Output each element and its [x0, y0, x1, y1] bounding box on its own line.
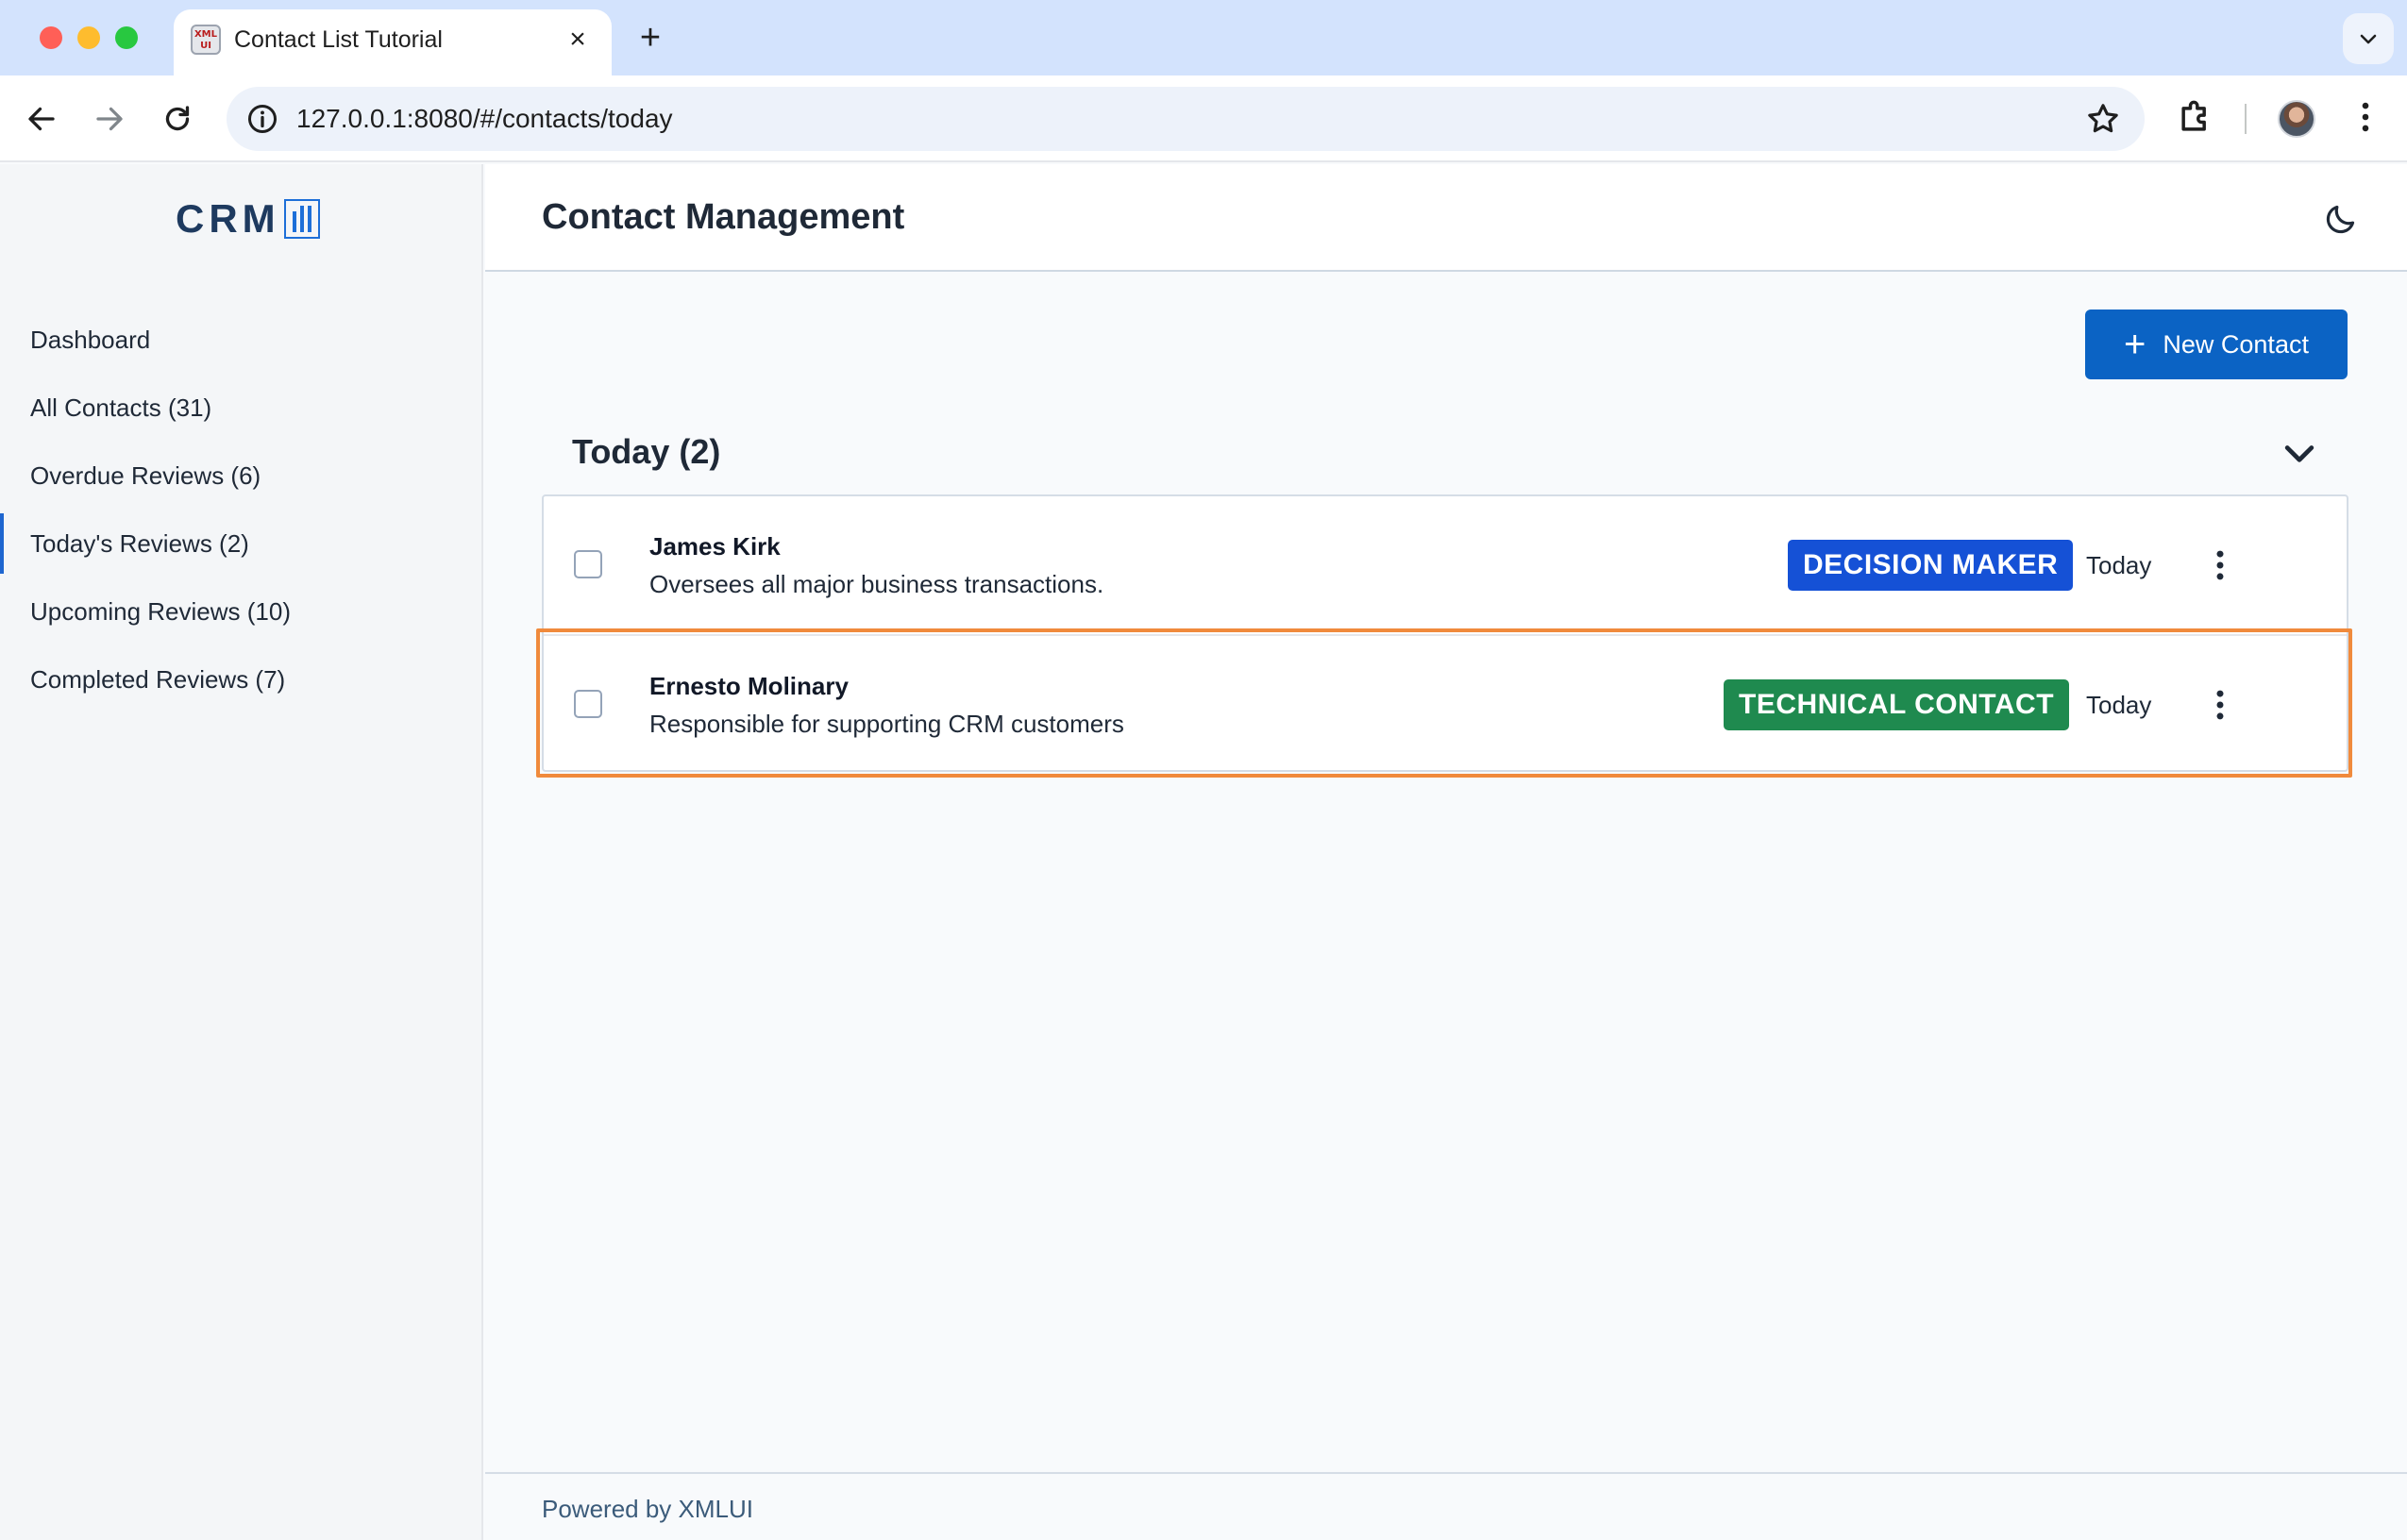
kebab-icon[interactable]	[2199, 683, 2241, 727]
contact-description: Responsible for supporting CRM customers	[649, 710, 1124, 738]
contact-description: Oversees all major business transactions…	[649, 570, 1104, 598]
plus-icon: +	[2124, 324, 2146, 365]
footer-text: Powered by XMLUI	[542, 1495, 753, 1523]
kebab-icon[interactable]	[2199, 544, 2241, 587]
contact-badge: TECHNICAL CONTACT	[1724, 679, 2070, 730]
section-title: Today (2)	[572, 432, 721, 471]
browser-tab-bar: XML UI Contact List Tutorial × +	[0, 0, 2407, 75]
sidebar-item-overdue-reviews[interactable]: Overdue Reviews (6)	[0, 442, 481, 510]
kebab-icon	[2362, 102, 2369, 132]
moon-icon[interactable]	[2322, 200, 2360, 238]
bar-chart-logo-icon	[283, 199, 320, 239]
crm-logo[interactable]: CRM	[176, 192, 320, 245]
app-footer: Powered by XMLUI	[485, 1472, 2407, 1540]
new-contact-button[interactable]: + New Contact	[2085, 310, 2348, 379]
contact-name: Ernesto Molinary	[649, 672, 849, 700]
puzzle-icon	[2181, 100, 2206, 131]
logo-text: CRM	[176, 196, 280, 241]
new-contact-label: New Contact	[2163, 329, 2309, 359]
sidebar: CRM Dashboard All Contacts (31) Overdue …	[0, 164, 483, 1540]
new-tab-button[interactable]: +	[631, 19, 670, 59]
contact-review-date: Today	[2086, 551, 2152, 579]
tab-search-button[interactable]	[2343, 13, 2394, 64]
page-title: Contact Management	[542, 197, 905, 237]
arrow-left-icon	[28, 107, 55, 131]
xmlui-favicon-icon: XML UI	[191, 25, 221, 55]
app-header: Contact Management	[485, 164, 2407, 272]
sidebar-item-completed-reviews[interactable]: Completed Reviews (7)	[0, 645, 481, 713]
star-icon[interactable]	[2084, 100, 2122, 138]
info-icon[interactable]	[245, 102, 279, 136]
contact-list: James Kirk Oversees all major business t…	[542, 494, 2348, 772]
arrow-right-icon	[96, 107, 123, 131]
extensions-button[interactable]	[2175, 96, 2220, 142]
sidebar-nav: Dashboard All Contacts (31) Overdue Revi…	[0, 306, 481, 713]
main-content: + New Contact Today (2) James Kirk Overs…	[485, 274, 2407, 1472]
reload-button[interactable]	[155, 96, 200, 142]
sidebar-item-upcoming-reviews[interactable]: Upcoming Reviews (10)	[0, 578, 481, 645]
avatar[interactable]	[2278, 100, 2315, 138]
toolbar-separator	[2245, 104, 2247, 134]
forward-button[interactable]	[87, 96, 132, 142]
contact-name: James Kirk	[649, 532, 781, 561]
sidebar-item-dashboard[interactable]: Dashboard	[0, 306, 481, 374]
browser-tab-active[interactable]: XML UI Contact List Tutorial ×	[174, 9, 612, 75]
contact-review-date: Today	[2086, 691, 2152, 719]
sidebar-item-all-contacts[interactable]: All Contacts (31)	[0, 374, 481, 442]
browser-menu-button[interactable]	[2345, 96, 2390, 142]
row-checkbox[interactable]	[574, 690, 602, 718]
window-maximize-button[interactable]	[115, 26, 138, 49]
address-bar[interactable]: 127.0.0.1:8080/#/contacts/today	[227, 87, 2145, 151]
tab-close-icon[interactable]: ×	[561, 23, 595, 57]
chevron-down-icon	[2360, 34, 2377, 44]
chevron-down-icon[interactable]	[2279, 432, 2320, 474]
table-row[interactable]: James Kirk Oversees all major business t…	[544, 496, 2347, 634]
reload-icon	[165, 106, 190, 131]
row-checkbox[interactable]	[574, 550, 602, 578]
table-row[interactable]: Ernesto Molinary Responsible for support…	[544, 634, 2347, 772]
back-button[interactable]	[19, 96, 64, 142]
window-close-button[interactable]	[40, 26, 62, 49]
url-text[interactable]: 127.0.0.1:8080/#/contacts/today	[296, 100, 673, 138]
contact-badge: DECISION MAKER	[1788, 540, 2074, 591]
browser-toolbar: 127.0.0.1:8080/#/contacts/today	[0, 75, 2407, 162]
sidebar-item-todays-reviews[interactable]: Today's Reviews (2)	[0, 510, 481, 578]
tab-title: Contact List Tutorial	[234, 26, 443, 53]
window-minimize-button[interactable]	[77, 26, 100, 49]
